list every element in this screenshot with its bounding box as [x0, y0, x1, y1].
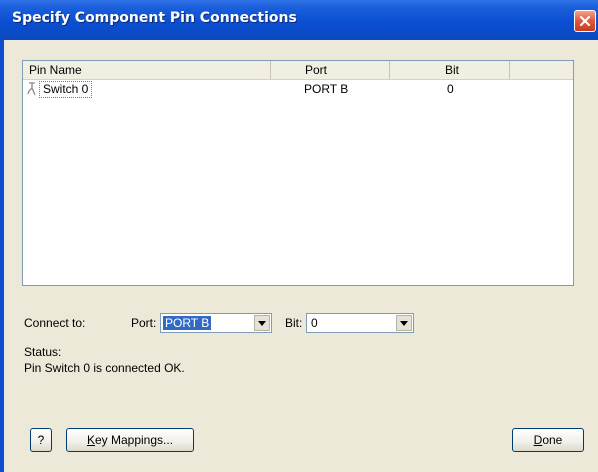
- pin-icon: [27, 82, 36, 96]
- window-frame-left: [0, 40, 4, 472]
- bit-dropdown-button[interactable]: [396, 315, 412, 331]
- port-dropdown-button[interactable]: [254, 315, 270, 331]
- list-row[interactable]: Switch 0 PORT B 0: [23, 80, 573, 98]
- window-title: Specify Component Pin Connections: [12, 10, 297, 26]
- help-button[interactable]: ?: [30, 428, 52, 452]
- bit-cell: 0: [447, 82, 454, 96]
- close-icon: [579, 15, 591, 27]
- column-header-empty[interactable]: [510, 61, 573, 79]
- column-header-bit[interactable]: Bit: [390, 61, 510, 79]
- done-button[interactable]: Done: [512, 428, 584, 452]
- port-label: Port:: [131, 316, 157, 330]
- port-cell: PORT B: [304, 82, 349, 96]
- status-label: Status:: [24, 345, 62, 359]
- connect-to-label: Connect to:: [24, 316, 86, 330]
- status-text: Pin Switch 0 is connected OK.: [24, 361, 185, 375]
- port-select-value: PORT B: [163, 316, 212, 330]
- pin-name-cell: Switch 0: [39, 81, 93, 98]
- bit-select-value: 0: [311, 316, 318, 330]
- port-select[interactable]: PORT B: [160, 313, 272, 333]
- pin-list[interactable]: Pin Name Port Bit Switch 0 PORT B 0: [22, 60, 574, 286]
- chevron-down-icon: [400, 321, 408, 326]
- bit-select[interactable]: 0: [306, 313, 414, 333]
- close-button[interactable]: [574, 10, 596, 32]
- chevron-down-icon: [258, 321, 266, 326]
- list-header: Pin Name Port Bit: [23, 61, 573, 80]
- dialog-window: Specify Component Pin Connections Pin Na…: [0, 0, 598, 472]
- key-mappings-button[interactable]: Key Mappings...: [66, 428, 194, 452]
- bit-label: Bit:: [285, 316, 303, 330]
- column-header-port[interactable]: Port: [271, 61, 390, 79]
- title-bar[interactable]: Specify Component Pin Connections: [0, 0, 598, 40]
- column-header-pin-name[interactable]: Pin Name: [23, 61, 271, 79]
